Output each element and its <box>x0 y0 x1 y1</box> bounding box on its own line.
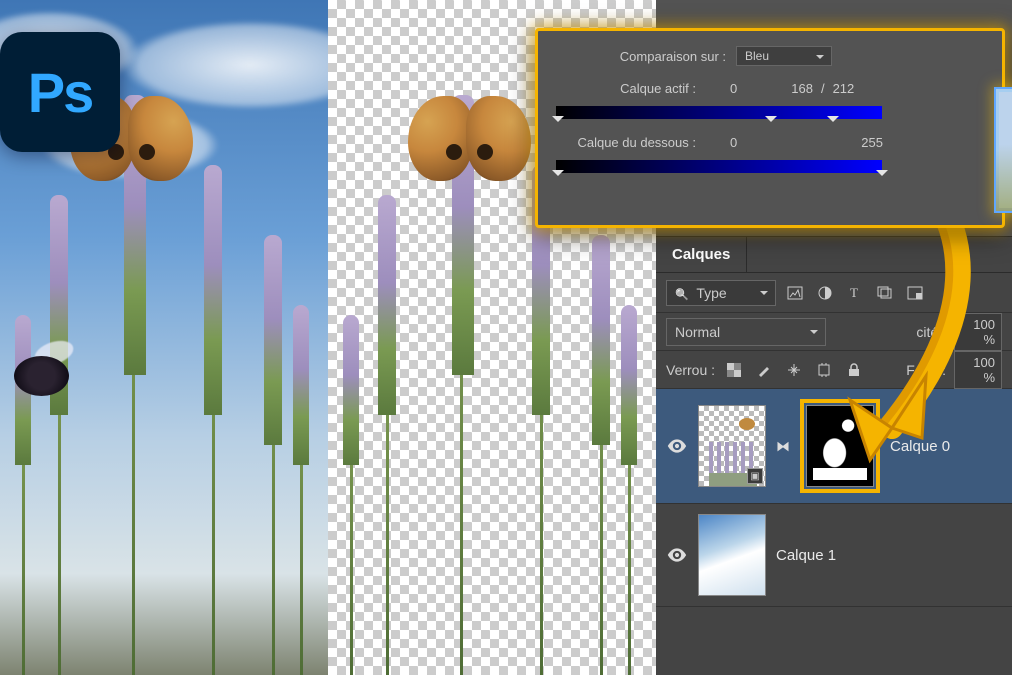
blendif-preview-thumb[interactable] <box>994 87 1012 213</box>
layer-filter-label: Type <box>696 285 726 301</box>
layer-visibility-toggle[interactable] <box>666 439 688 453</box>
blendif-channel-value: Bleu <box>745 49 769 63</box>
fill-label: Fond : <box>906 362 946 378</box>
layer-row[interactable]: Calque 1 <box>656 504 1012 607</box>
blendif-channel-select[interactable]: Bleu <box>736 46 832 66</box>
opacity-input[interactable]: 100 % <box>954 313 1002 351</box>
lock-row: Verrou : Fond : 100 % <box>656 351 1012 389</box>
layer-filter-bar: Type T <box>656 273 1012 313</box>
smart-object-icon: ▣ <box>747 468 763 484</box>
lock-position-icon[interactable] <box>783 359 805 381</box>
filter-shape-icon[interactable] <box>874 282 896 304</box>
layers-panel: Calques Type T Normal cité : 100 % Verro… <box>656 236 1012 675</box>
blend-mode-value: Normal <box>675 324 720 340</box>
layer-thumbnail[interactable]: ▣ <box>698 405 766 487</box>
blendif-under-high: 255 <box>861 135 883 150</box>
lock-transparency-icon[interactable] <box>723 359 745 381</box>
slider-handle-black[interactable] <box>552 116 564 128</box>
blendif-sep: / <box>821 81 825 96</box>
eye-icon <box>667 548 687 562</box>
blendif-compare-label: Comparaison sur : <box>586 49 726 64</box>
filter-pixel-icon[interactable] <box>784 282 806 304</box>
blendif-under-layer-label: Calque du dessous : <box>556 135 696 150</box>
slider-handle-black[interactable] <box>552 170 564 182</box>
tab-layers-label: Calques <box>672 246 730 263</box>
photoshop-logo: Ps <box>0 32 120 152</box>
tab-layers[interactable]: Calques <box>656 237 747 272</box>
photoshop-logo-text: Ps <box>28 60 93 125</box>
layer-row[interactable]: ▣ ⧓ Calque 0 <box>656 389 1012 504</box>
slider-handle-white-split-r[interactable] <box>827 116 839 128</box>
blendif-this-high: 212 <box>833 81 855 96</box>
svg-text:T: T <box>850 285 858 300</box>
slider-handle-white[interactable] <box>876 170 888 182</box>
filter-adjust-icon[interactable] <box>814 282 836 304</box>
filter-type-icon[interactable]: T <box>844 282 866 304</box>
mask-link-icon[interactable]: ⧓ <box>776 438 790 455</box>
blend-if-panel: Comparaison sur : Bleu Calque actif : 0 … <box>535 28 1005 228</box>
layer-name[interactable]: Calque 1 <box>776 547 836 564</box>
layer-mask-highlight[interactable] <box>800 399 880 493</box>
layer-thumbnail[interactable] <box>698 514 766 596</box>
blendif-this-mid: 168 <box>791 81 813 96</box>
layer-visibility-toggle[interactable] <box>666 548 688 562</box>
blendif-this-layer-slider[interactable] <box>556 106 882 119</box>
blendif-under-layer-slider[interactable] <box>556 160 882 173</box>
layer-filter-select[interactable]: Type <box>666 280 776 306</box>
lock-pixels-icon[interactable] <box>753 359 775 381</box>
lock-artboard-icon[interactable] <box>813 359 835 381</box>
filter-smart-icon[interactable] <box>904 282 926 304</box>
blend-mode-select[interactable]: Normal <box>666 318 826 346</box>
blendif-this-layer-label: Calque actif : <box>556 81 696 96</box>
fill-input[interactable]: 100 % <box>954 351 1002 389</box>
slider-handle-white-split-l[interactable] <box>765 116 777 128</box>
layer-mask-thumbnail[interactable] <box>806 405 874 487</box>
blendif-under-low: 0 <box>730 135 737 150</box>
opacity-label: cité : <box>916 324 946 340</box>
lock-all-icon[interactable] <box>843 359 865 381</box>
bee-decor <box>4 336 94 406</box>
eye-icon <box>667 439 687 453</box>
lock-label: Verrou : <box>666 362 715 378</box>
blend-mode-row: Normal cité : 100 % <box>656 313 1012 351</box>
layer-name[interactable]: Calque 0 <box>890 438 950 455</box>
blendif-this-low: 0 <box>730 81 737 96</box>
